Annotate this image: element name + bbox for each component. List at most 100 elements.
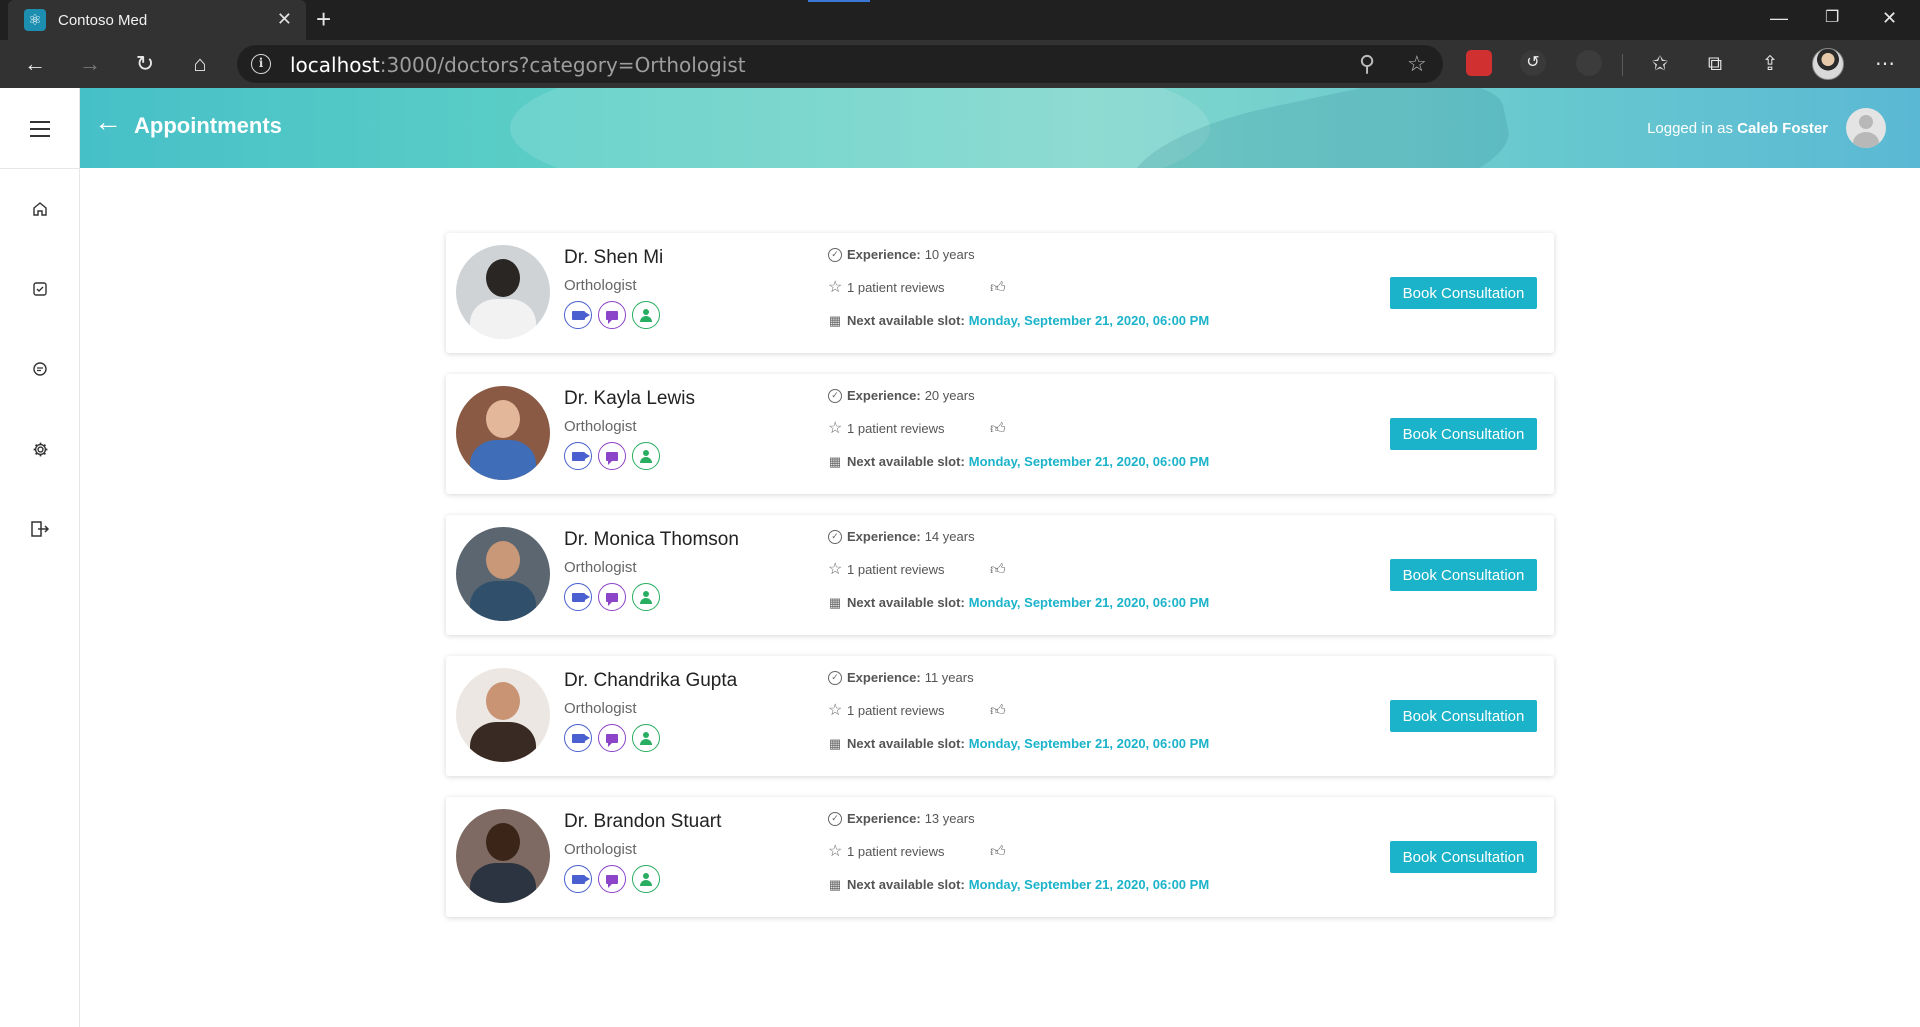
- book-consultation-button[interactable]: Book Consultation: [1390, 700, 1537, 732]
- thumbs-up-icon[interactable]: 👍︎: [990, 561, 1006, 579]
- check-circle-icon: ✓: [828, 388, 842, 403]
- book-consultation-button[interactable]: Book Consultation: [1390, 559, 1537, 591]
- consultation-modes: [564, 442, 660, 470]
- chat-message-icon[interactable]: [598, 583, 626, 611]
- hamburger-menu-icon[interactable]: [30, 121, 50, 137]
- doctor-specialty: Orthologist: [564, 841, 637, 858]
- doctor-photo: [456, 527, 550, 621]
- home-icon[interactable]: [30, 199, 50, 219]
- favorites-icon[interactable]: ✩: [1645, 50, 1675, 78]
- experience-value: 14 years: [924, 529, 975, 544]
- app-header: ← Appointments Logged in as Caleb Foster: [80, 88, 1920, 168]
- in-person-icon[interactable]: [632, 865, 660, 893]
- chat-message-icon[interactable]: [598, 865, 626, 893]
- next-slot-row: ▦ Next available slot: Monday, September …: [828, 876, 1210, 892]
- chat-message-icon[interactable]: [598, 724, 626, 752]
- checkbox-icon[interactable]: [30, 279, 50, 299]
- browser-tab[interactable]: ⚛ Contoso Med ✕: [8, 0, 306, 40]
- book-consultation-button[interactable]: Book Consultation: [1390, 841, 1537, 873]
- page-title: Appointments: [134, 113, 282, 138]
- close-tab-icon[interactable]: ✕: [277, 10, 292, 28]
- react-favicon-icon: ⚛: [24, 9, 46, 31]
- more-icon[interactable]: ⋯: [1870, 50, 1900, 78]
- share-icon[interactable]: ⇪: [1755, 50, 1785, 78]
- window-close-icon[interactable]: ✕: [1882, 6, 1897, 30]
- reviews-row: ☆ 1 patient reviews: [828, 560, 945, 578]
- favorite-star-icon[interactable]: ☆: [1407, 51, 1427, 77]
- in-person-icon[interactable]: [632, 724, 660, 752]
- consultation-modes: [564, 865, 660, 893]
- extension-red-icon[interactable]: [1466, 50, 1492, 76]
- video-call-icon[interactable]: [564, 442, 592, 470]
- experience-row: ✓ Experience: 20 years: [828, 388, 975, 403]
- thumbs-up-icon[interactable]: 👍︎: [990, 279, 1006, 297]
- video-call-icon[interactable]: [564, 301, 592, 329]
- new-tab-icon[interactable]: +: [316, 6, 331, 32]
- chat-message-icon[interactable]: [598, 301, 626, 329]
- browser-tab-bar: ⚛ Contoso Med ✕ + — ❐ ✕: [0, 0, 1920, 40]
- back-arrow-icon[interactable]: ←: [94, 108, 122, 136]
- calendar-icon: ▦: [828, 876, 842, 892]
- next-slot-row: ▦ Next available slot: Monday, September …: [828, 594, 1210, 610]
- zoom-icon[interactable]: ⚲: [1359, 51, 1375, 77]
- chat-icon[interactable]: [30, 359, 50, 379]
- doctor-card: Dr. Kayla Lewis Orthologist ✓ Experience…: [446, 374, 1554, 494]
- gear-icon[interactable]: [30, 439, 50, 459]
- in-person-icon[interactable]: [632, 301, 660, 329]
- doctor-name: Dr. Kayla Lewis: [564, 388, 695, 409]
- next-slot-row: ▦ Next available slot: Monday, September …: [828, 312, 1210, 328]
- address-bar[interactable]: i localhost:3000/doctors?category=Orthol…: [237, 45, 1443, 83]
- calendar-icon: ▦: [828, 735, 842, 751]
- reviews-row: ☆ 1 patient reviews: [828, 701, 945, 719]
- consultation-modes: [564, 724, 660, 752]
- video-call-icon[interactable]: [564, 724, 592, 752]
- star-icon: ☆: [828, 701, 843, 719]
- calendar-icon: ▦: [828, 453, 842, 469]
- experience-value: 11 years: [924, 670, 974, 685]
- thumbs-up-icon[interactable]: 👍︎: [990, 702, 1006, 720]
- minimize-icon[interactable]: —: [1770, 6, 1788, 30]
- restore-icon[interactable]: ❐: [1825, 6, 1839, 30]
- doctor-photo: [456, 809, 550, 903]
- reviews-text: 1 patient reviews: [847, 703, 945, 718]
- book-consultation-button[interactable]: Book Consultation: [1390, 277, 1537, 309]
- in-person-icon[interactable]: [632, 583, 660, 611]
- in-person-icon[interactable]: [632, 442, 660, 470]
- doctor-specialty: Orthologist: [564, 700, 637, 717]
- doctor-card: Dr. Chandrika Gupta Orthologist ✓ Experi…: [446, 656, 1554, 776]
- sidebar: [0, 88, 80, 1027]
- logout-icon[interactable]: [30, 519, 50, 539]
- doctor-name: Dr. Monica Thomson: [564, 529, 739, 550]
- reviews-text: 1 patient reviews: [847, 844, 945, 859]
- video-call-icon[interactable]: [564, 583, 592, 611]
- check-circle-icon: ✓: [828, 811, 842, 826]
- video-call-icon[interactable]: [564, 865, 592, 893]
- book-consultation-button[interactable]: Book Consultation: [1390, 418, 1537, 450]
- site-info-icon[interactable]: i: [251, 54, 271, 74]
- calendar-icon: ▦: [828, 312, 842, 328]
- thumbs-up-icon[interactable]: 👍︎: [990, 843, 1006, 861]
- doctor-specialty: Orthologist: [564, 277, 637, 294]
- chat-message-icon[interactable]: [598, 442, 626, 470]
- home-browser-icon[interactable]: ⌂: [185, 50, 215, 78]
- experience-row: ✓ Experience: 10 years: [828, 247, 975, 262]
- star-icon: ☆: [828, 560, 843, 578]
- reviews-row: ☆ 1 patient reviews: [828, 843, 945, 859]
- profile-avatar[interactable]: [1812, 48, 1844, 80]
- experience-row: ✓ Experience: 14 years: [828, 529, 975, 544]
- user-avatar[interactable]: [1846, 108, 1886, 148]
- doctor-photo: [456, 245, 550, 339]
- experience-value: 13 years: [924, 811, 975, 826]
- refresh-icon[interactable]: ↻: [130, 50, 160, 78]
- extension-curl-icon[interactable]: ↺: [1520, 50, 1546, 76]
- collections-icon[interactable]: ⧉: [1700, 50, 1730, 78]
- experience-row: ✓ Experience: 13 years: [828, 811, 975, 826]
- thumbs-up-icon[interactable]: 👍︎: [990, 420, 1006, 438]
- next-slot-value: Monday, September 21, 2020, 06:00 PM: [968, 454, 1210, 469]
- back-icon[interactable]: ←: [20, 50, 50, 78]
- star-icon: ☆: [828, 419, 843, 437]
- doctor-card: Dr. Brandon Stuart Orthologist ✓ Experie…: [446, 797, 1554, 917]
- forward-icon[interactable]: →: [75, 50, 105, 78]
- reviews-text: 1 patient reviews: [847, 421, 945, 436]
- extension-dark-icon[interactable]: [1576, 50, 1602, 76]
